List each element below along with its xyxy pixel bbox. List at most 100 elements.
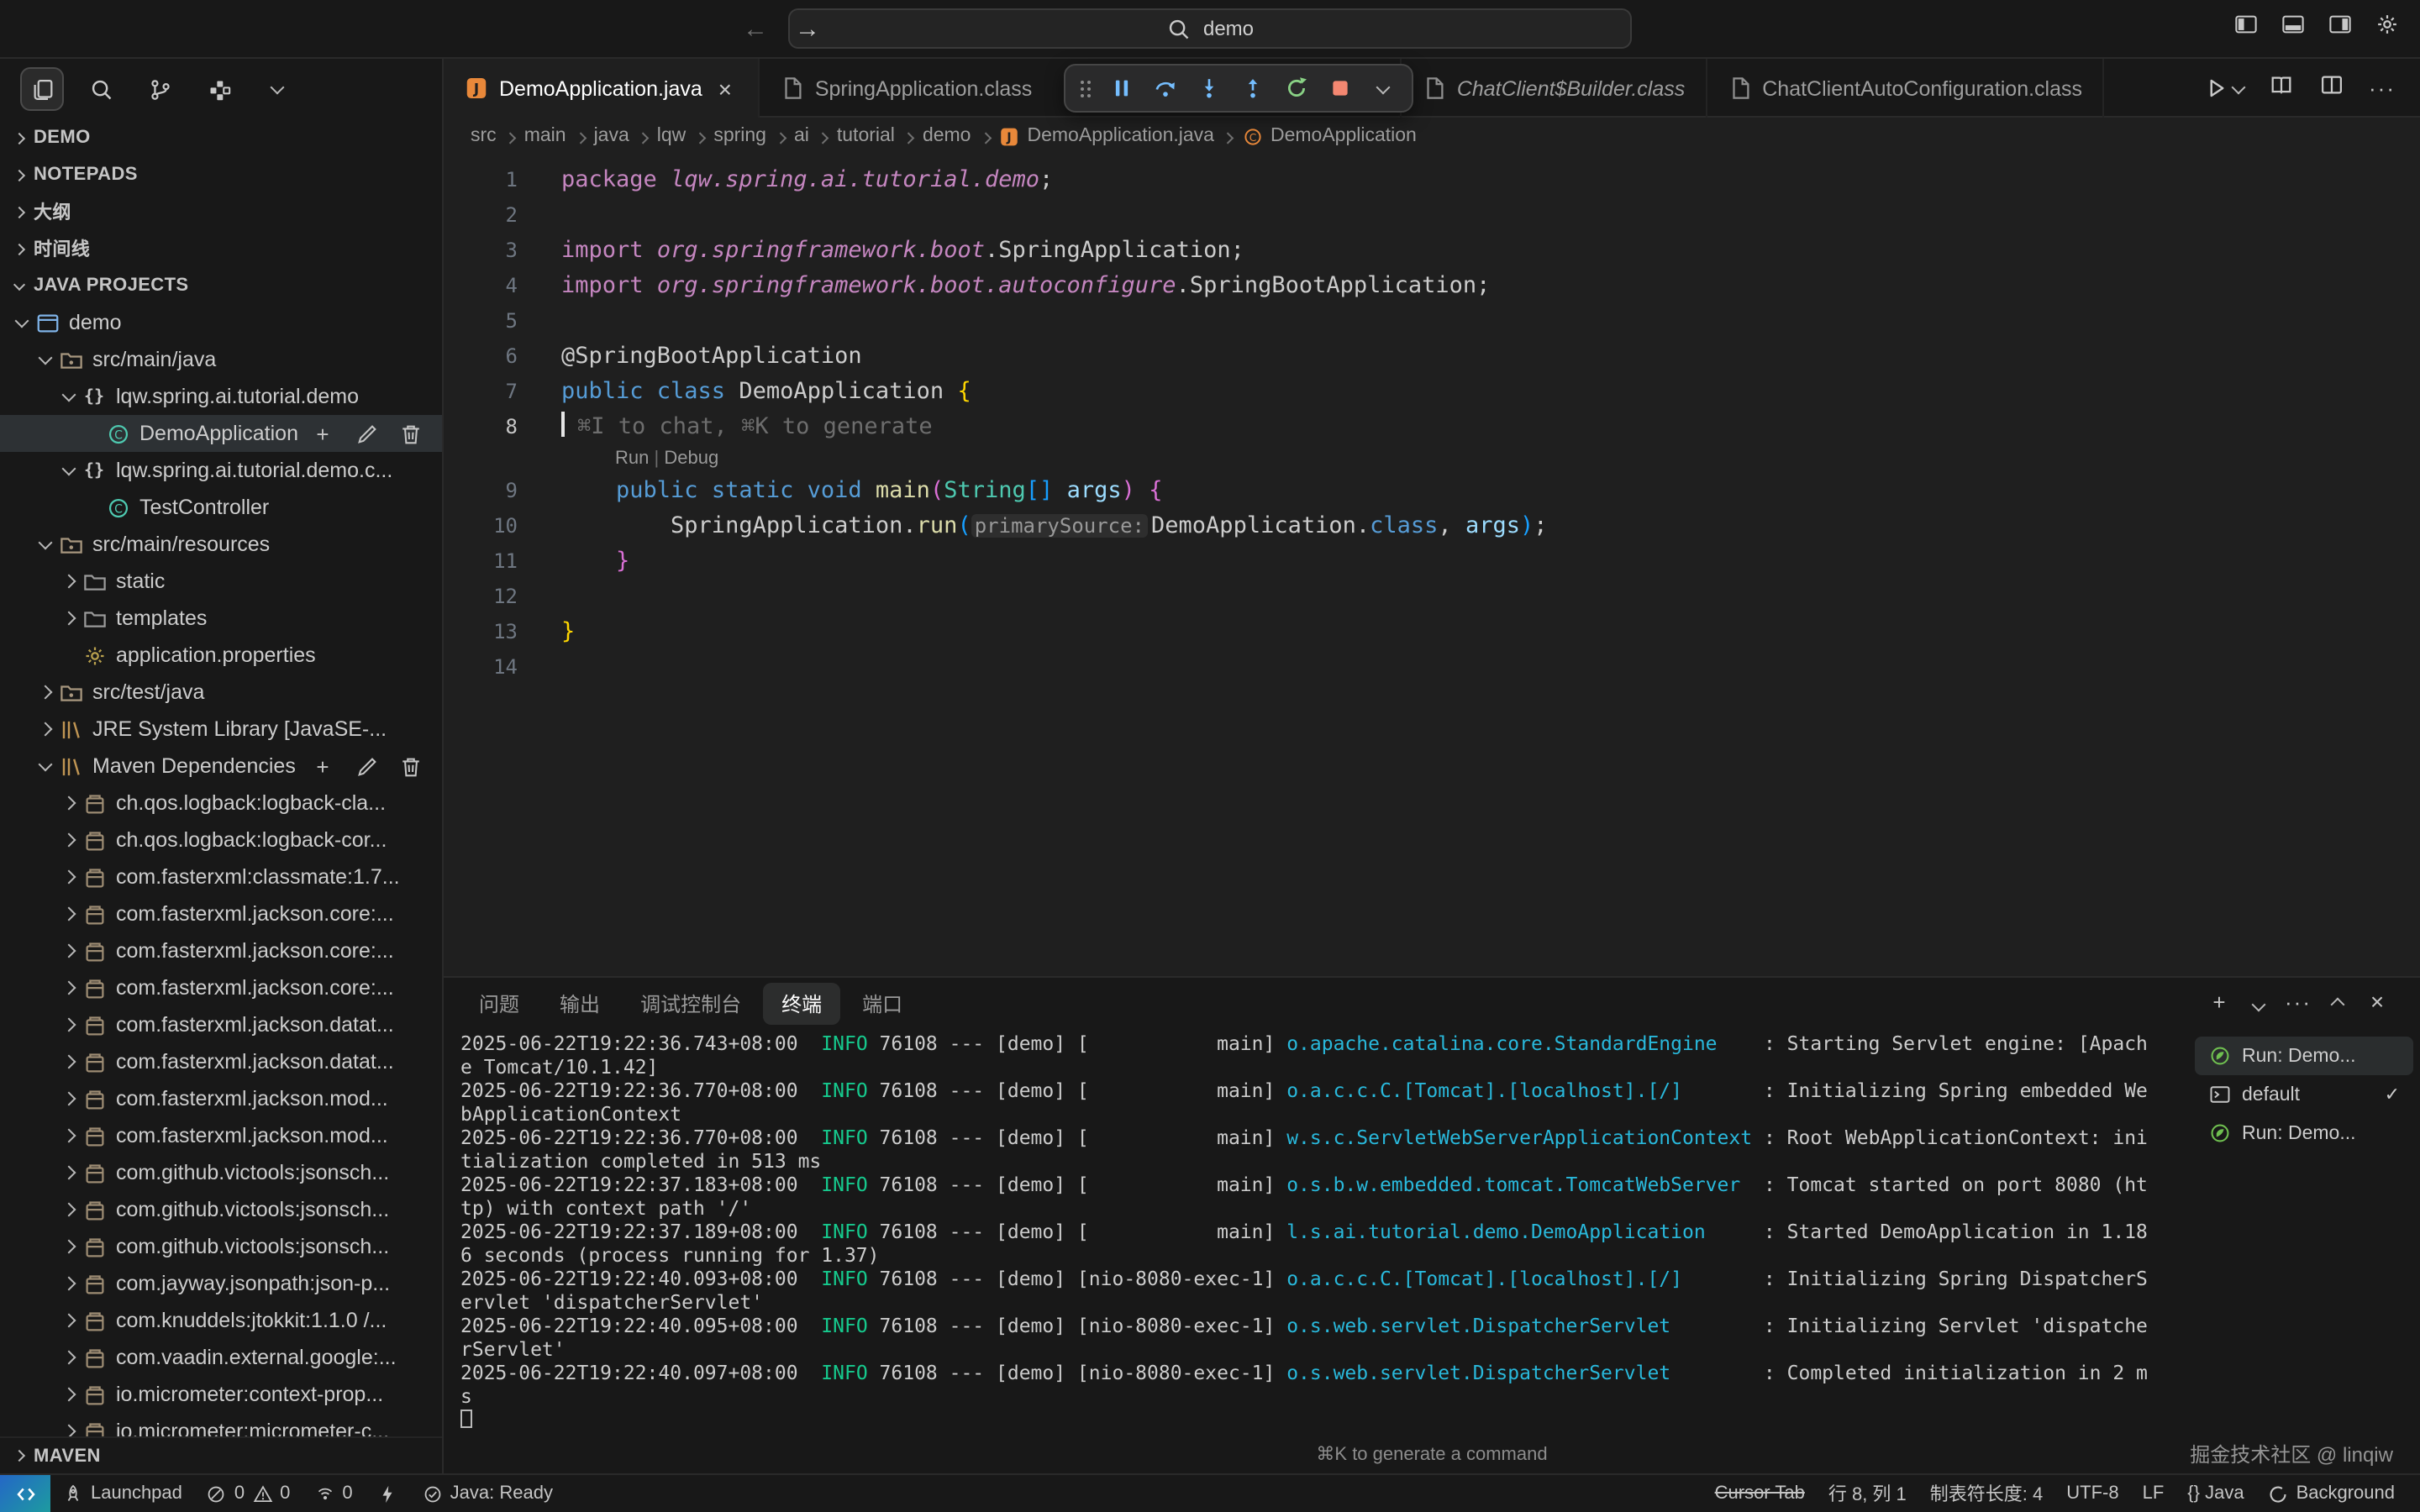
codelens-debug[interactable]: Debug <box>664 449 718 469</box>
tree-item[interactable]: com.fasterxml.jackson.mod... <box>0 1080 442 1117</box>
tree-item[interactable]: static <box>0 563 442 600</box>
sidebar-section-2[interactable]: 大纲 <box>0 193 442 230</box>
panel-tab[interactable]: 终端 <box>763 982 840 1024</box>
extensions-button[interactable] <box>197 67 240 111</box>
tree-item[interactable]: application.properties <box>0 637 442 674</box>
breadcrumb-item[interactable]: JDemoApplication.java <box>999 125 1214 147</box>
tree-item[interactable]: src/main/resources <box>0 526 442 563</box>
tree-item[interactable]: com.fasterxml.jackson.datat... <box>0 1043 442 1080</box>
pencil-icon[interactable] <box>353 421 380 446</box>
tree-item[interactable]: ch.qos.logback:logback-cla... <box>0 785 442 822</box>
tree-item[interactable]: CTestController <box>0 489 442 526</box>
tree-item[interactable]: demo <box>0 304 442 341</box>
tree-item[interactable]: com.github.victools:jsonsch... <box>0 1228 442 1265</box>
panel-right-button[interactable] <box>2328 12 2353 45</box>
line-col-status[interactable]: 行 8, 列 1 <box>1817 1475 1918 1512</box>
run-button[interactable] <box>2203 76 2244 101</box>
tree-item[interactable]: JRE System Library [JavaSE-... <box>0 711 442 748</box>
breadcrumb-item[interactable]: src <box>471 126 497 146</box>
sidebar-section-3[interactable]: 时间线 <box>0 230 442 267</box>
java-status[interactable]: Java: Ready <box>410 1475 565 1512</box>
stop-button[interactable] <box>1319 68 1360 108</box>
launchpad-status[interactable]: Launchpad <box>50 1475 194 1512</box>
sidebar-section-4[interactable]: JAVA PROJECTS <box>0 267 442 304</box>
tree-item[interactable]: src/test/java <box>0 674 442 711</box>
tree-item[interactable]: com.fasterxml.jackson.core:... <box>0 969 442 1006</box>
editor-tab[interactable]: ChatClientAutoConfiguration.class <box>1707 59 2104 118</box>
cursor-tab-status[interactable]: Cursor Tab <box>1703 1475 1817 1512</box>
encoding-status[interactable]: UTF-8 <box>2054 1475 2130 1512</box>
tree-item[interactable]: {}lqw.spring.ai.tutorial.demo <box>0 378 442 415</box>
chevron-down-button[interactable] <box>1363 68 1403 108</box>
trash-icon[interactable] <box>397 421 424 446</box>
breadcrumb-item[interactable]: demo <box>923 126 971 146</box>
remote-indicator[interactable] <box>0 1475 50 1512</box>
debug-status[interactable] <box>365 1475 410 1512</box>
language-status[interactable]: {} Java <box>2175 1475 2255 1512</box>
eol-status[interactable]: LF <box>2131 1475 2176 1512</box>
panel-tab[interactable]: 输出 <box>541 982 618 1024</box>
breadcrumb-item[interactable]: main <box>524 126 566 146</box>
tree-item[interactable]: ch.qos.logback:logback-cor... <box>0 822 442 858</box>
tab-size-status[interactable]: 制表符长度: 4 <box>1918 1475 2054 1512</box>
tree-item[interactable]: Maven Dependencies+ <box>0 748 442 785</box>
breadcrumb-item[interactable]: lqw <box>657 126 687 146</box>
grip-handle[interactable] <box>1074 68 1097 108</box>
breadcrumb-item[interactable]: java <box>594 126 629 146</box>
editor-tab[interactable]: JDemoApplication.java× <box>444 59 760 118</box>
panel-tab[interactable]: 问题 <box>460 982 538 1024</box>
chevron-down-button[interactable] <box>255 67 299 111</box>
problems-status[interactable]: 0 0 <box>194 1475 302 1512</box>
ports-status[interactable]: 0 <box>302 1475 364 1512</box>
tree-item[interactable]: com.knuddels:jtokkit:1.1.0 /... <box>0 1302 442 1339</box>
more-button[interactable]: ··· <box>2370 73 2395 103</box>
close-icon[interactable]: × <box>713 76 738 101</box>
tree-item[interactable]: com.github.victools:jsonsch... <box>0 1154 442 1191</box>
tree-item[interactable]: {}lqw.spring.ai.tutorial.demo.c... <box>0 452 442 489</box>
sidebar-section-maven[interactable]: MAVEN <box>0 1436 442 1473</box>
pages-button[interactable] <box>20 67 64 111</box>
sidebar-section-1[interactable]: NOTEPADS <box>0 156 442 193</box>
trash-icon[interactable] <box>397 753 424 779</box>
back-icon[interactable]: ← <box>743 14 768 43</box>
book-button[interactable] <box>2269 71 2294 105</box>
step-into-button[interactable] <box>1188 68 1228 108</box>
step-out-button[interactable] <box>1232 68 1272 108</box>
terminal-list-item[interactable]: Run: Demo... <box>2195 1037 2413 1075</box>
restart-button[interactable] <box>1276 68 1316 108</box>
split-button[interactable] <box>2319 71 2344 105</box>
source-control-button[interactable] <box>138 67 182 111</box>
pause-button[interactable] <box>1101 68 1141 108</box>
tree-item[interactable]: com.fasterxml.jackson.core:... <box>0 895 442 932</box>
step-over-button[interactable] <box>1144 68 1185 108</box>
command-center-search[interactable]: demo <box>788 8 1632 49</box>
breadcrumb-item[interactable]: tutorial <box>837 126 895 146</box>
gear-button[interactable] <box>2375 12 2400 45</box>
panel-tab[interactable]: 调试控制台 <box>622 982 760 1024</box>
tree-item[interactable]: com.fasterxml.jackson.datat... <box>0 1006 442 1043</box>
terminal-list-item[interactable]: default✓ <box>2195 1075 2413 1114</box>
breadcrumb-item[interactable]: CDemoApplication <box>1242 125 1417 147</box>
tree-item[interactable]: io.micrometer:context-prop... <box>0 1376 442 1413</box>
tree-item[interactable]: src/main/java <box>0 341 442 378</box>
codelens-run[interactable]: Run <box>615 449 649 469</box>
chevron-down-button[interactable] <box>2254 988 2264 1018</box>
tree-item[interactable]: com.fasterxml:classmate:1.7... <box>0 858 442 895</box>
panel-left-button[interactable] <box>2233 12 2259 45</box>
plus-button[interactable]: + <box>2207 988 2232 1018</box>
tree-item[interactable]: com.fasterxml.jackson.mod... <box>0 1117 442 1154</box>
tree-item[interactable]: com.fasterxml.jackson.core:... <box>0 932 442 969</box>
plus-icon[interactable]: + <box>309 421 336 446</box>
close-button[interactable]: × <box>2365 988 2390 1018</box>
panel-bottom-button[interactable] <box>2281 12 2306 45</box>
tree-item[interactable]: com.jayway.jsonpath:json-p... <box>0 1265 442 1302</box>
tree-item[interactable]: com.github.victools:jsonsch... <box>0 1191 442 1228</box>
code-editor[interactable]: 1package lqw.spring.ai.tutorial.demo;23i… <box>444 155 2420 976</box>
pencil-icon[interactable] <box>353 753 380 779</box>
panel-tab[interactable]: 端口 <box>844 982 921 1024</box>
tree-item[interactable]: com.vaadin.external.google:... <box>0 1339 442 1376</box>
breadcrumb-item[interactable]: ai <box>794 126 809 146</box>
tree-item[interactable]: CDemoApplication+ <box>0 415 442 452</box>
terminal-list-item[interactable]: Run: Demo... <box>2195 1114 2413 1152</box>
background-status[interactable]: Background <box>2256 1475 2407 1512</box>
